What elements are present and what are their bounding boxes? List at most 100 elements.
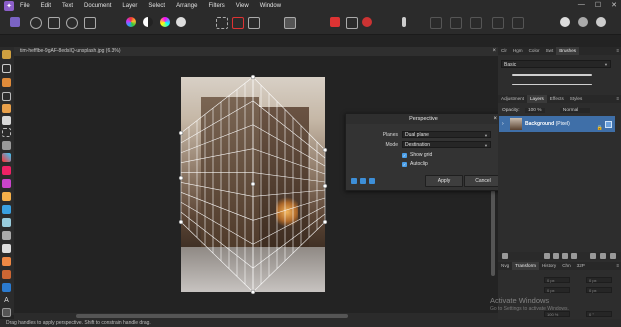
source-mode-icon[interactable]	[360, 178, 366, 184]
cancel-button[interactable]: Cancel	[464, 175, 502, 187]
mode-select[interactable]: Destination ▼	[402, 141, 491, 148]
perspective-handle[interactable]	[250, 181, 256, 187]
perspective-handle[interactable]	[322, 183, 328, 189]
expand-arrow-icon[interactable]: ›	[502, 116, 504, 132]
transform-shear-field[interactable]: 0 °	[586, 311, 612, 317]
layer-name-text: Background	[525, 121, 555, 127]
perspective-dialog: Perspective × Planes Dual plane ▼ Mode D…	[345, 113, 502, 191]
grid-line-horizontal	[180, 124, 254, 154]
transform-x-field[interactable]: 0 px	[544, 277, 570, 283]
checkmark-icon: ✓	[402, 161, 407, 167]
chevron-down-icon: ▼	[484, 143, 488, 148]
horizontal-scroll-thumb[interactable]	[76, 314, 348, 318]
tab-adjustment[interactable]: Adjustment	[498, 95, 527, 103]
transform-w-field[interactable]: 0 px	[586, 277, 612, 283]
perspective-handle[interactable]	[250, 74, 256, 80]
grid-line-horizontal	[252, 148, 326, 175]
tab-32p[interactable]: 32P	[574, 262, 588, 270]
grid-line-horizontal	[252, 172, 326, 183]
brush-preset-1[interactable]	[512, 74, 592, 76]
activate-windows-subtitle: Go to Settings to activate Windows.	[490, 306, 569, 312]
panel-menu-icon[interactable]: ≡	[616, 262, 621, 270]
dialog-mode-icons	[351, 178, 375, 184]
layer-name: Background (Pixel)	[525, 116, 570, 132]
tab-hgm[interactable]: Hgm	[510, 47, 526, 55]
grid-line-horizontal	[252, 100, 326, 159]
add-mask-icon[interactable]	[553, 253, 559, 259]
blend-mode-select[interactable]: Normal	[559, 108, 591, 113]
show-grid-checkbox[interactable]: ✓ Show grid	[402, 152, 432, 158]
mode-value: Destination	[405, 142, 431, 148]
grid-line-horizontal	[180, 211, 254, 269]
mode-label: Mode	[385, 142, 398, 148]
panel-menu-icon[interactable]: ≡	[616, 95, 621, 103]
grid-line-horizontal	[180, 201, 254, 245]
perspective-handle[interactable]	[322, 219, 328, 225]
layer-row-background[interactable]: › Background (Pixel) 🔒	[499, 116, 615, 132]
tab-styles[interactable]: Styles	[567, 95, 586, 103]
grid-line-horizontal	[252, 205, 326, 245]
tab-history[interactable]: History	[539, 262, 559, 270]
transform-y-field[interactable]: 0 px	[544, 287, 570, 293]
grid-line-horizontal	[180, 100, 254, 144]
grid-line-horizontal	[252, 213, 326, 269]
dialog-close-icon[interactable]: ×	[493, 114, 497, 124]
tab-swt[interactable]: Swt	[543, 47, 557, 55]
brush-category-select[interactable]: Basic ▼	[501, 60, 611, 68]
tab-nvg[interactable]: Nvg	[498, 262, 512, 270]
grid-line-horizontal	[252, 189, 326, 197]
autoclip-checkbox[interactable]: ✓ Autoclip	[402, 161, 428, 167]
perspective-handle[interactable]	[322, 147, 328, 153]
add-pixel-layer-icon[interactable]	[544, 253, 550, 259]
perspective-handle[interactable]	[178, 219, 184, 225]
vertical-scroll-thumb[interactable]	[491, 190, 495, 276]
brush-preset-2[interactable]	[512, 84, 592, 85]
add-group-icon[interactable]	[590, 253, 596, 259]
grid-line-horizontal	[252, 76, 326, 151]
layer-type-text: (Pixel)	[555, 121, 570, 127]
grid-mode-icon[interactable]	[351, 178, 357, 184]
grid-line-horizontal	[180, 182, 254, 197]
apply-button[interactable]: Apply	[425, 175, 463, 187]
status-text: Drag handles to apply perspective. Shift…	[6, 320, 151, 326]
add-adjustment-icon[interactable]	[562, 253, 568, 259]
autoclip-label: Autoclip	[410, 161, 428, 167]
transform-h-field[interactable]: 0 px	[586, 287, 612, 293]
brush-category-value: Basic	[504, 62, 517, 68]
tab-clr[interactable]: Clr	[498, 47, 510, 55]
dialog-title: Perspective	[409, 116, 438, 122]
tab-effects[interactable]: Effects	[547, 95, 567, 103]
panel-menu-icon[interactable]: ≡	[616, 47, 621, 55]
checkmark-icon: ✓	[402, 152, 407, 158]
layer-options-row: Opacity: 100 % Normal	[498, 106, 621, 115]
dialog-title-bar[interactable]: Perspective ×	[346, 114, 501, 124]
layer-stack-icon[interactable]	[502, 253, 508, 259]
delete-layer-icon[interactable]	[610, 253, 616, 259]
show-grid-label: Show grid	[410, 152, 433, 158]
perspective-handle[interactable]	[178, 175, 184, 181]
planes-select[interactable]: Dual plane ▼	[402, 131, 491, 138]
new-layer-icon[interactable]	[600, 253, 606, 259]
grid-line-horizontal	[252, 124, 326, 167]
add-fx-icon[interactable]	[571, 253, 577, 259]
grid-line-horizontal	[180, 148, 254, 163]
opacity-field[interactable]: 100 %	[524, 108, 545, 113]
lock-icon[interactable]: 🔒	[597, 120, 603, 136]
tab-brushes[interactable]: Brushes	[556, 47, 580, 55]
layer-thumbnail	[510, 118, 522, 130]
perspective-handle[interactable]	[250, 289, 256, 295]
tab-layers[interactable]: Layers	[526, 95, 547, 103]
tab-transform[interactable]: Transform	[512, 262, 539, 270]
destination-mode-icon[interactable]	[369, 178, 375, 184]
status-bar: Drag handles to apply perspective. Shift…	[0, 319, 621, 327]
tab-color[interactable]: Color	[526, 47, 543, 55]
perspective-handle[interactable]	[178, 130, 184, 136]
activate-windows-title: Activate Windows	[490, 296, 550, 305]
tab-chn[interactable]: Chn	[559, 262, 573, 270]
layer-visibility-checkbox[interactable]	[605, 121, 612, 128]
chevron-down-icon: ▼	[604, 62, 608, 67]
middle-panel-tabs: Adjustment Layers Effects Styles ≡	[498, 95, 621, 103]
planes-label: Planes	[382, 132, 398, 138]
bottom-panel-tabs: Nvg Transform History Chn 32P ≡	[498, 262, 621, 270]
grid-line-horizontal	[252, 197, 326, 221]
